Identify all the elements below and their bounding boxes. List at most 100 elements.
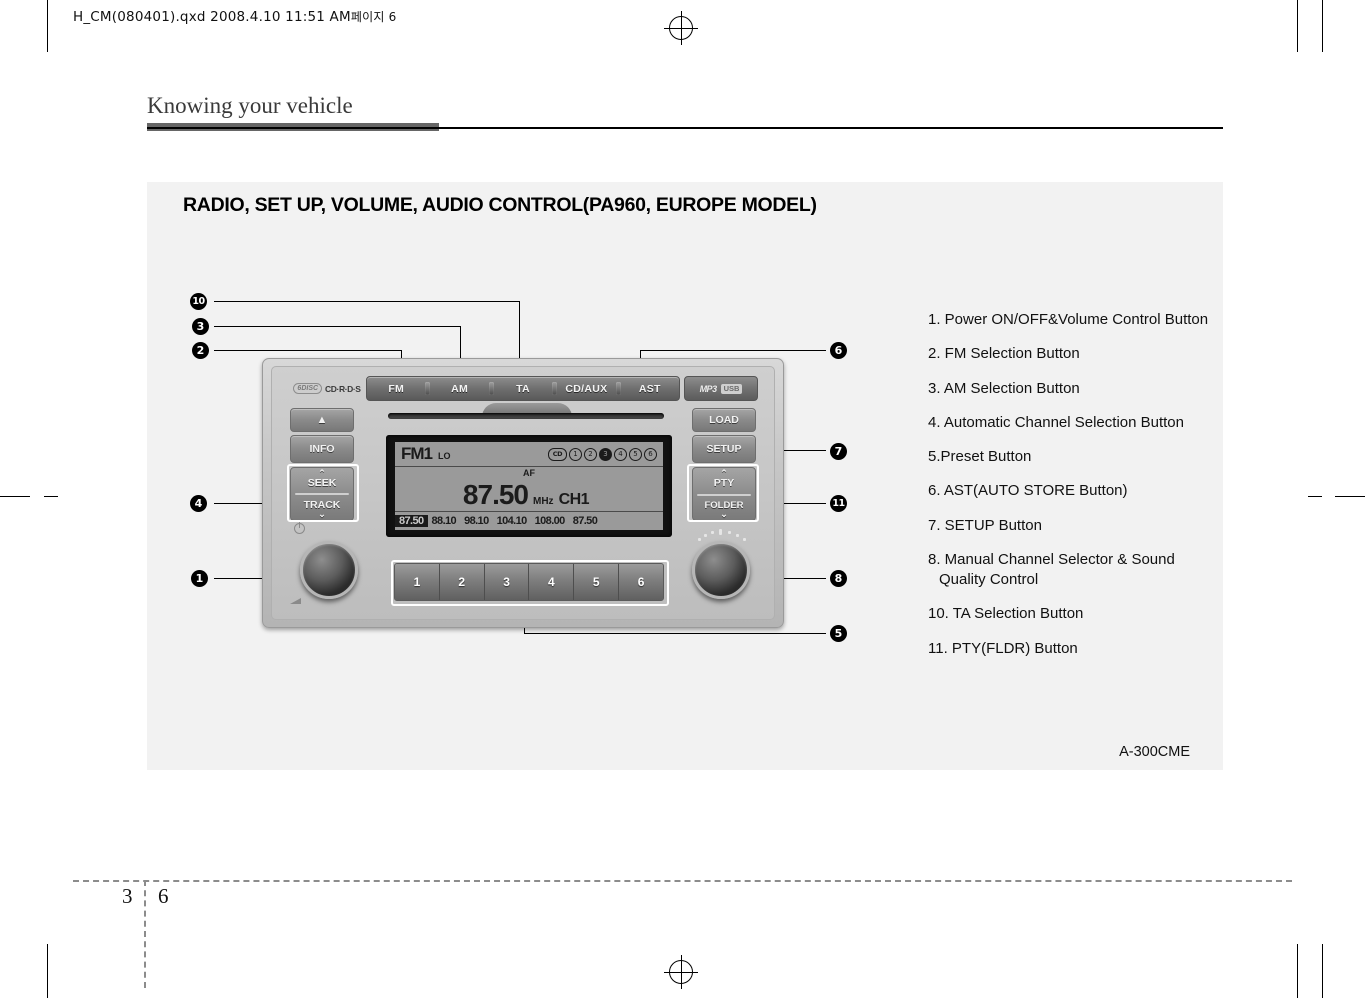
manual-page: H_CM(080401).qxd 2008.4.10 11:51 AM페이지 6… (0, 0, 1365, 998)
legend-item-10: 10. TA Selection Button (928, 605, 1084, 623)
pty-folder-rocker[interactable]: ⌃ PTY FOLDER ⌄ (692, 467, 756, 521)
preset-button-5[interactable]: 5 (574, 564, 620, 600)
callout-marker-11: 11 (830, 495, 847, 512)
crop-mark-tr-v (1297, 0, 1298, 52)
title-rule (147, 127, 1223, 129)
lcd-preset-indicator-5: 5 (629, 447, 642, 461)
rocker-divider (697, 493, 751, 496)
crop-mark-mid-right-h (1308, 496, 1322, 497)
setup-button[interactable]: SETUP (692, 435, 756, 463)
legend-item-4: 4. Automatic Channel Selection Button (928, 413, 1184, 431)
crop-mark-tr2-v (1322, 0, 1323, 52)
fm-button[interactable]: FM (367, 383, 425, 395)
page-number: 6 (158, 884, 169, 908)
file-stamp: H_CM(080401).qxd 2008.4.10 11:51 AM페이지 6 (73, 8, 396, 25)
crop-mark-mid-left-h (44, 496, 58, 497)
lcd-preset-freq-4: 104.10 (496, 515, 528, 527)
lcd-preset-frequency-row: 87.50 88.10 98.10 104.10 108.00 87.50 (395, 511, 663, 530)
pty-up-arrow-icon: ⌃ (720, 468, 728, 478)
lcd-frequency-value: 87.50 (462, 479, 529, 510)
lcd-preset-freq-5: 108.00 (534, 515, 566, 527)
figure-id: A-300CME (1119, 744, 1190, 760)
disc-brand-badge: 6DISC CD·R·D·S (288, 376, 366, 401)
crop-mark-br2-v (1322, 944, 1323, 998)
legend-item-8-continued: Quality Control (939, 571, 1039, 588)
seek-up-arrow-icon: ⌃ (318, 468, 326, 478)
callout-marker-3: 3 (192, 318, 209, 335)
cd-rds-badge: CD·R·D·S (325, 383, 361, 394)
am-button[interactable]: AM (430, 383, 488, 395)
cd-aux-button[interactable]: CD/AUX (557, 383, 615, 395)
preset-button-2[interactable]: 2 (439, 564, 485, 600)
lcd-preset-indicator-6: 6 (644, 447, 657, 461)
crop-mark-tl-v (47, 0, 48, 52)
lcd-preset-freq-3: 98.10 (464, 515, 489, 527)
leader-line-6-h (640, 350, 826, 351)
track-down-arrow-icon: ⌄ (318, 509, 326, 519)
ta-button[interactable]: TA (494, 383, 552, 395)
crop-mark-bl-v (47, 944, 48, 998)
legend-item-6: 6. AST(AUTO STORE Button) (928, 482, 1128, 500)
preset-button-row: 1 2 3 4 5 6 (394, 563, 664, 601)
registration-mark-bottom (664, 955, 698, 989)
radio-head-unit: 6DISC CD·R·D·S FM AM TA CD/AUX AST MP3 U (262, 358, 784, 628)
chapter-number: 3 (122, 884, 133, 908)
footer-vertical-divider (144, 880, 146, 988)
source-button-bar: 6DISC CD·R·D·S FM AM TA CD/AUX AST MP3 U (288, 376, 758, 401)
lcd-frequency-line: 87.50 MHz CH1 (395, 481, 657, 509)
lcd-screen: FM1 LO CD 1 2 3 4 5 6 AF 87.50 MHz CH1 8… (395, 442, 663, 530)
leader-line-2-h (214, 350, 401, 351)
disc-slot (388, 413, 664, 419)
page-title: Knowing your vehicle (147, 93, 353, 118)
figure-title: RADIO, SET UP, VOLUME, AUDIO CONTROL(PA9… (183, 194, 817, 216)
callout-marker-1: 1 (191, 570, 208, 587)
lcd-lo-indicator: LO (438, 451, 451, 461)
legend-item-5: 5.Preset Button (928, 448, 1032, 465)
preset-button-4[interactable]: 4 (529, 564, 575, 600)
lcd-cd-icon: CD (548, 447, 567, 461)
legend-list: 1. Power ON/OFF&Volume Control Button 2.… (888, 311, 1258, 674)
leader-line-3-h (214, 326, 460, 327)
lcd-preset-indicator-2: 2 (584, 447, 597, 461)
callout-marker-6: 6 (830, 342, 847, 359)
file-stamp-korean: 페이지 6 (350, 10, 397, 24)
power-symbol-icon (294, 522, 305, 534)
legend-item-3: 3. AM Selection Button (928, 379, 1080, 397)
info-button[interactable]: INFO (290, 435, 354, 463)
legend-item-8: 8. Manual Channel Selector & Sound (928, 550, 1175, 568)
lcd-preset-indicator-4: 4 (614, 447, 627, 461)
crop-mark-br-v (1297, 944, 1298, 998)
preset-button-6[interactable]: 6 (619, 564, 663, 600)
seek-label: SEEK (307, 477, 337, 489)
folder-down-arrow-icon: ⌄ (720, 509, 728, 519)
crop-mark-right-h (1335, 496, 1365, 497)
lcd-preset-indicators: CD 1 2 3 4 5 6 (548, 447, 657, 461)
pty-label: PTY (713, 477, 735, 490)
registration-mark-top (664, 11, 698, 45)
legend-item-7: 7. SETUP Button (928, 516, 1042, 534)
lcd-preset-indicator-1: 1 (569, 447, 582, 461)
footer-divider (73, 880, 1292, 882)
file-stamp-text: H_CM(080401).qxd 2008.4.10 11:51 AM (73, 9, 351, 25)
head-unit-faceplate: 6DISC CD·R·D·S FM AM TA CD/AUX AST MP3 U (271, 366, 775, 620)
six-disc-badge: 6DISC (293, 383, 323, 394)
preset-button-1[interactable]: 1 (395, 564, 440, 600)
callout-marker-8: 8 (830, 570, 847, 587)
lcd-status-row: FM1 LO CD 1 2 3 4 5 6 (395, 442, 663, 467)
rocker-divider (295, 493, 349, 495)
preset-button-3[interactable]: 3 (484, 564, 530, 600)
callout-marker-2: 2 (192, 342, 209, 359)
ast-button[interactable]: AST (621, 383, 679, 395)
mp3-badge: MP3 (699, 383, 718, 394)
tune-sound-quality-knob[interactable] (692, 541, 750, 599)
legend-item-11: 11. PTY(FLDR) Button (928, 639, 1078, 657)
callout-marker-10: 10 (190, 293, 207, 310)
crop-mark-left-h (0, 496, 30, 497)
power-volume-knob[interactable] (300, 541, 358, 599)
leader-line-10-h (214, 301, 519, 302)
lcd-af-indicator: AF (523, 468, 535, 478)
eject-button[interactable]: ▲ (290, 408, 354, 432)
lcd-band-label: FM1 (401, 444, 433, 463)
load-button[interactable]: LOAD (692, 408, 756, 432)
seek-track-rocker[interactable]: ⌃ SEEK TRACK ⌄ (290, 467, 354, 521)
